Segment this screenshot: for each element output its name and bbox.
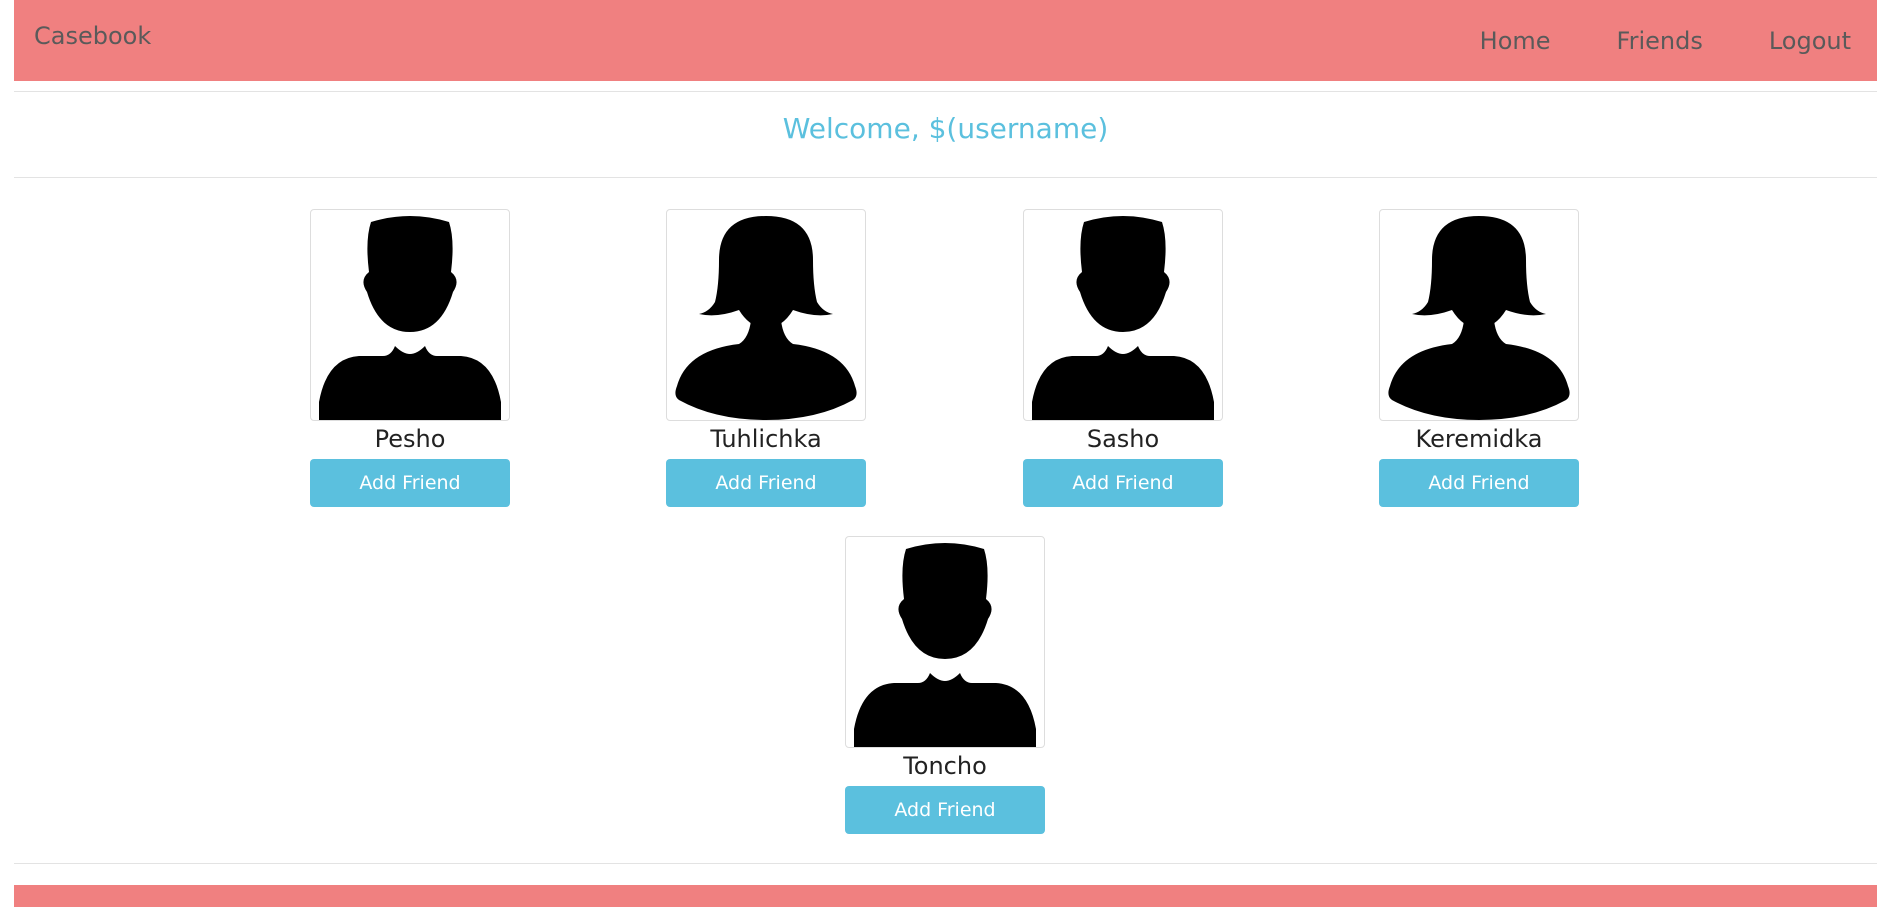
person-card: Pesho Add Friend xyxy=(310,209,510,507)
nav-link-friends[interactable]: Friends xyxy=(1617,27,1703,55)
divider-heading xyxy=(14,177,1877,178)
add-friend-button[interactable]: Add Friend xyxy=(666,459,866,507)
avatar xyxy=(666,209,866,421)
nav-link-logout[interactable]: Logout xyxy=(1769,27,1851,55)
add-friend-button[interactable]: Add Friend xyxy=(1023,459,1223,507)
male-silhouette-icon xyxy=(854,543,1036,747)
person-name: Pesho xyxy=(374,425,446,453)
add-friend-button[interactable]: Add Friend xyxy=(310,459,510,507)
female-silhouette-icon xyxy=(675,216,857,420)
person-card: Toncho Add Friend xyxy=(845,536,1045,834)
nav-link-home[interactable]: Home xyxy=(1480,27,1551,55)
avatar xyxy=(1023,209,1223,421)
brand-link[interactable]: Casebook xyxy=(34,22,151,50)
person-name: Tuhlichka xyxy=(710,425,822,453)
divider-bottom xyxy=(14,863,1877,864)
avatar xyxy=(1379,209,1579,421)
person-card: Tuhlichka Add Friend xyxy=(666,209,866,507)
add-friend-button[interactable]: Add Friend xyxy=(1379,459,1579,507)
person-card: Keremidka Add Friend xyxy=(1379,209,1579,507)
navbar: Casebook Home Friends Logout xyxy=(14,0,1877,81)
add-friend-button[interactable]: Add Friend xyxy=(845,786,1045,834)
avatar xyxy=(845,536,1045,748)
welcome-heading: Welcome, $(username) xyxy=(782,112,1109,145)
female-silhouette-icon xyxy=(1388,216,1570,420)
person-name: Keremidka xyxy=(1415,425,1543,453)
male-silhouette-icon xyxy=(319,216,501,420)
page: Casebook Home Friends Logout Welcome, $(… xyxy=(0,0,1891,907)
person-name: Toncho xyxy=(903,752,987,780)
footer xyxy=(14,885,1877,907)
nav-links: Home Friends Logout xyxy=(1440,0,1877,81)
avatar xyxy=(310,209,510,421)
person-name: Sasho xyxy=(1086,425,1160,453)
divider-top xyxy=(14,91,1877,92)
male-silhouette-icon xyxy=(1032,216,1214,420)
person-card: Sasho Add Friend xyxy=(1023,209,1223,507)
